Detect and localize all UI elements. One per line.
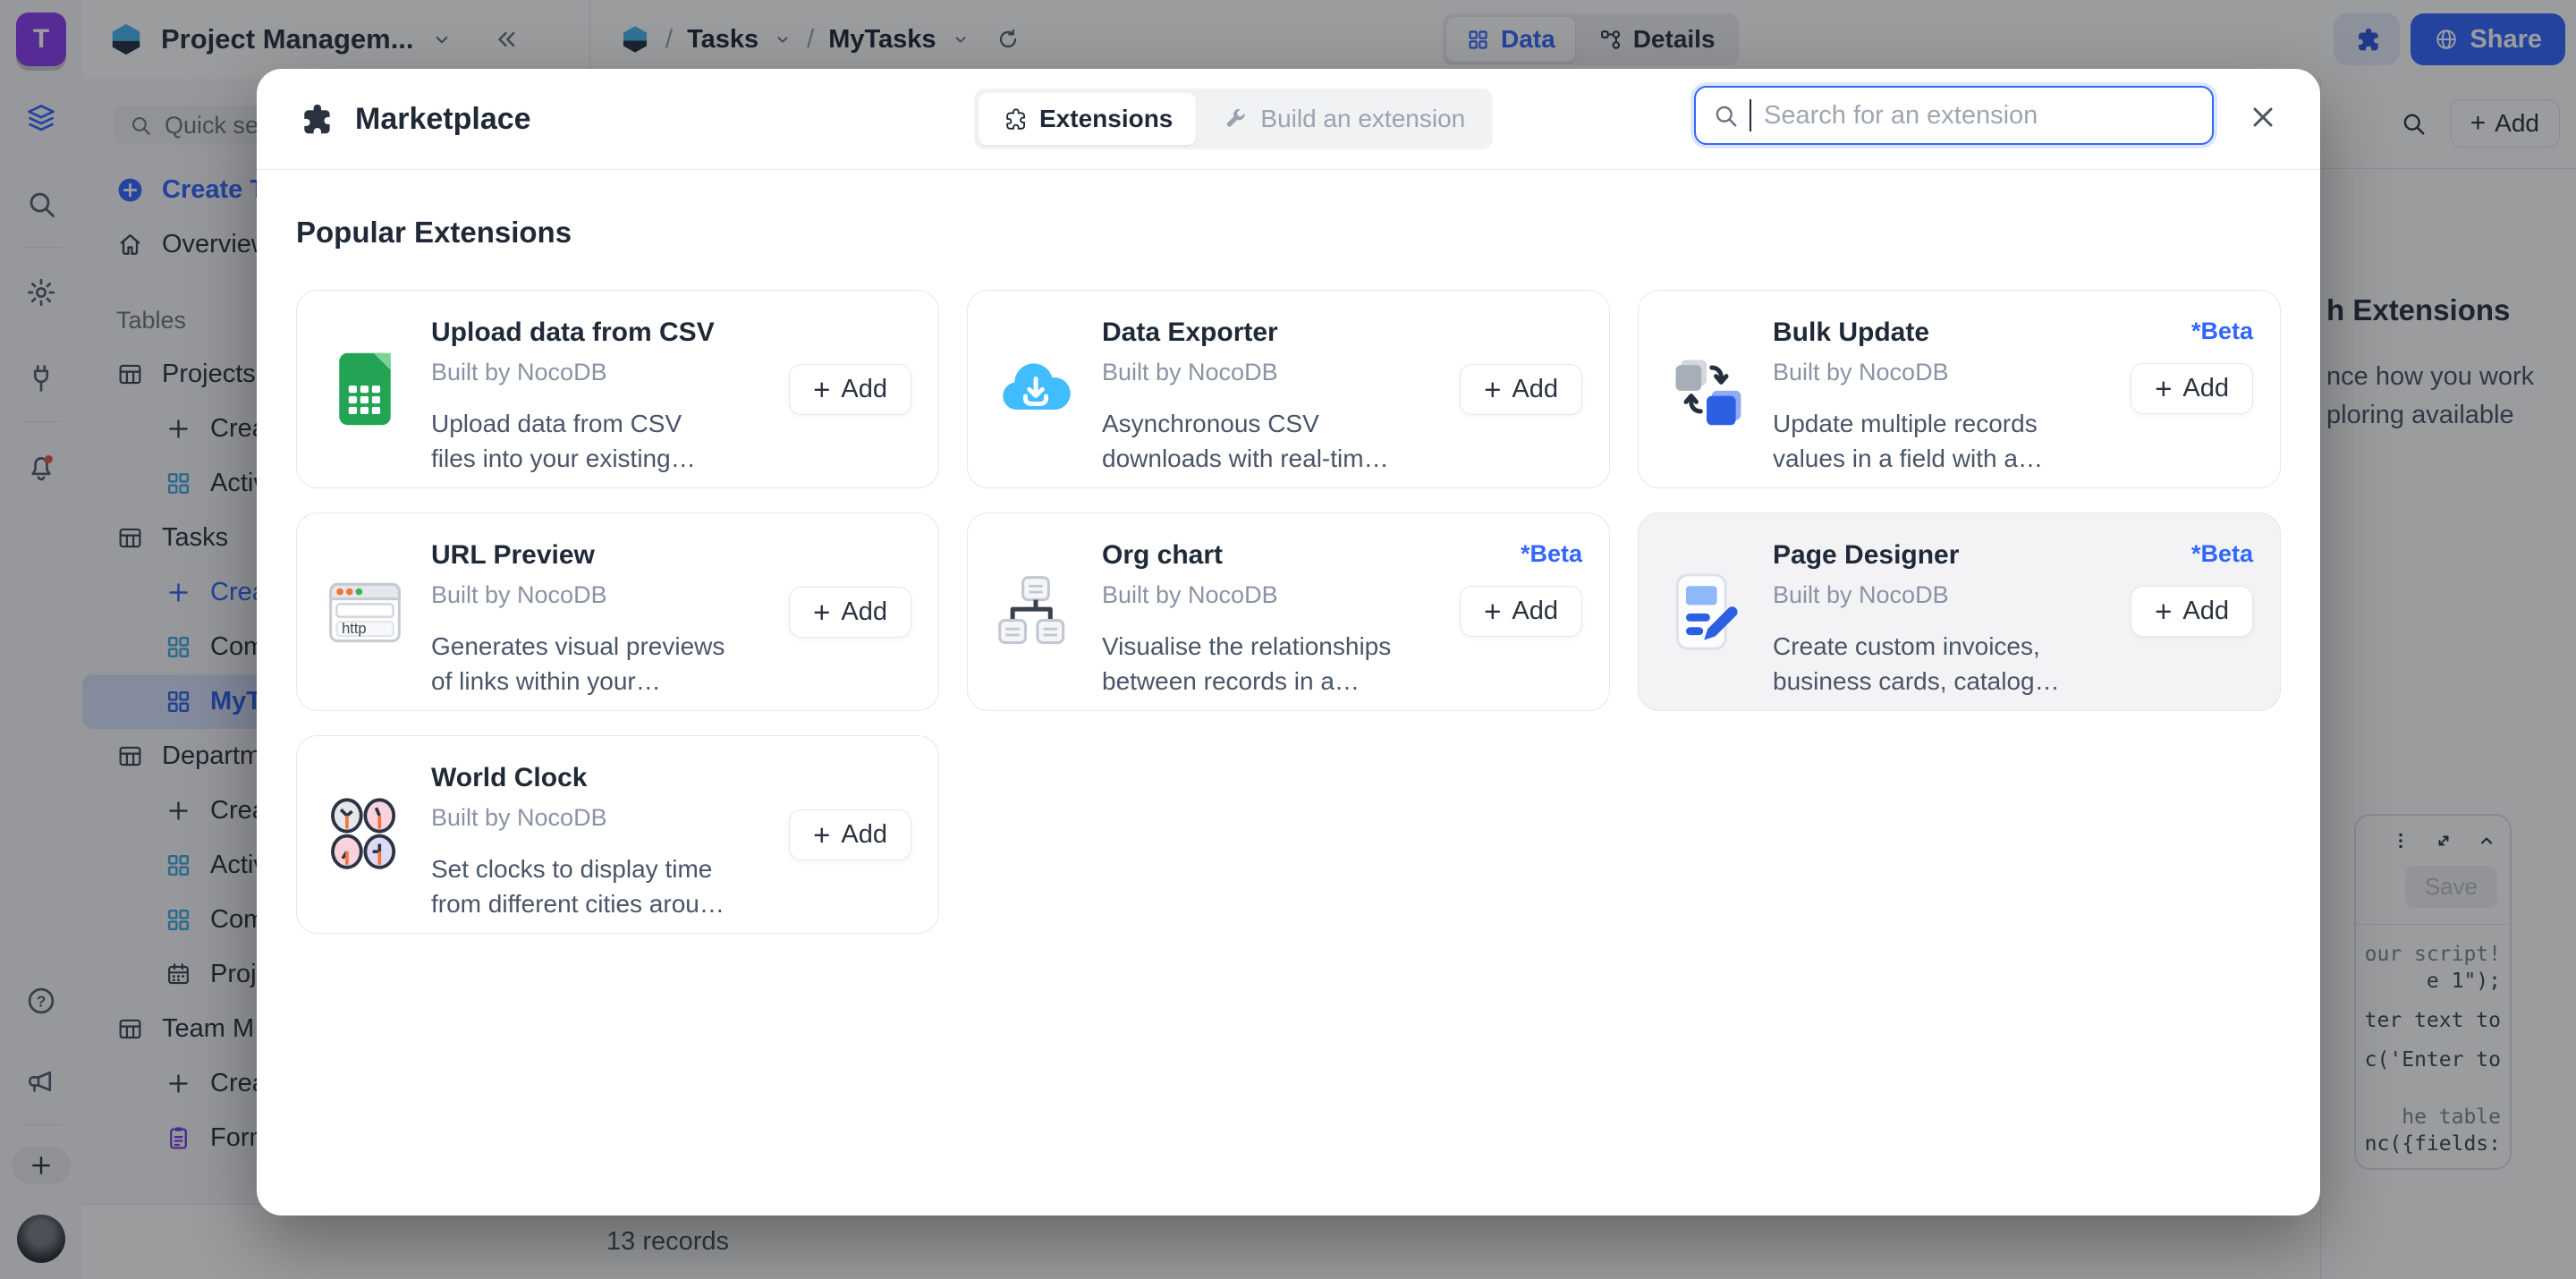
extension-author: Built by NocoDB	[1102, 581, 1401, 609]
extension-description: Asynchronous CSV downloads with real-tim…	[1102, 406, 1401, 476]
extension-name: Page Designer	[1773, 540, 2072, 571]
tab-extensions[interactable]: Extensions	[979, 93, 1196, 145]
extension-author: Built by NocoDB	[1102, 359, 1401, 386]
plus-icon: +	[1484, 375, 1501, 404]
add-extension-button[interactable]: + Add	[789, 587, 911, 638]
plus-icon: +	[813, 820, 830, 850]
marketplace-modal: Marketplace Extensions Build an extensio…	[257, 69, 2320, 1215]
puzzle-outline-icon	[1002, 106, 1027, 131]
extension-card-org-chart[interactable]: Org chart Built by NocoDB Visualise the …	[967, 512, 1610, 711]
plus-icon: +	[2155, 374, 2172, 403]
marketplace-header: Marketplace Extensions Build an extensio…	[257, 69, 2320, 170]
wrench-icon	[1223, 106, 1248, 131]
extension-author: Built by NocoDB	[431, 581, 730, 609]
add-extension-button[interactable]: + Add	[789, 809, 911, 860]
extension-name: Upload data from CSV	[431, 318, 730, 348]
add-label: Add	[2182, 374, 2229, 403]
svg-text:http: http	[342, 621, 366, 637]
add-extension-button[interactable]: + Add	[1460, 364, 1582, 415]
plus-icon: +	[2155, 597, 2172, 626]
add-extension-button[interactable]: + Add	[789, 364, 911, 415]
extension-name: World Clock	[431, 763, 730, 793]
extension-description: Set clocks to display time from differen…	[431, 851, 730, 921]
extension-name: Data Exporter	[1102, 318, 1401, 348]
plus-icon: +	[813, 597, 830, 627]
beta-badge: *Beta	[2191, 540, 2253, 568]
extension-card-bulk-update[interactable]: Bulk Update Built by NocoDB Update multi…	[1638, 290, 2281, 488]
bulk-update-icon	[1665, 348, 1748, 430]
extension-card-data-exporter[interactable]: Data Exporter Built by NocoDB Asynchrono…	[967, 290, 1610, 488]
extension-author: Built by NocoDB	[1773, 359, 2072, 386]
add-label: Add	[841, 597, 887, 627]
beta-badge: *Beta	[2191, 318, 2253, 345]
url-preview-icon: http	[324, 571, 406, 653]
add-label: Add	[841, 820, 887, 850]
marketplace-puzzle-icon	[296, 100, 334, 138]
plus-icon: +	[1484, 597, 1501, 626]
add-label: Add	[1512, 597, 1558, 626]
extension-card-url-preview[interactable]: http URL Preview Built by NocoDB Generat…	[296, 512, 939, 711]
org-chart-icon	[995, 571, 1077, 653]
close-modal-button[interactable]	[2247, 101, 2279, 133]
extension-author: Built by NocoDB	[1773, 581, 2072, 609]
add-extension-button[interactable]: + Add	[2131, 363, 2253, 414]
extension-name: Bulk Update	[1773, 318, 2072, 348]
extension-name: Org chart	[1102, 540, 1401, 571]
extension-search-input[interactable]: Search for an extension	[1694, 86, 2214, 145]
plus-icon: +	[813, 375, 830, 404]
search-placeholder: Search for an extension	[1764, 101, 2038, 131]
marketplace-title: Marketplace	[355, 102, 531, 137]
add-label: Add	[841, 375, 887, 404]
section-title: Popular Extensions	[296, 215, 2281, 250]
csv-icon	[324, 348, 406, 430]
close-icon	[2247, 101, 2279, 133]
world-clock-icon	[324, 793, 406, 876]
extension-description: Generates visual previews of links withi…	[431, 629, 730, 699]
extension-description: Visualise the relationships between reco…	[1102, 629, 1401, 699]
marketplace-tab-group: Extensions Build an extension	[974, 89, 1493, 149]
extension-description: Create custom invoices, business cards, …	[1773, 629, 2072, 699]
extension-card-world-clock[interactable]: World Clock Built by NocoDB Set clocks t…	[296, 735, 939, 934]
extension-description: Upload data from CSV files into your exi…	[431, 406, 730, 476]
extension-name: URL Preview	[431, 540, 730, 571]
text-caret	[1750, 99, 1751, 131]
add-extension-button[interactable]: + Add	[2131, 586, 2253, 637]
tab-build-extension[interactable]: Build an extension	[1199, 93, 1488, 145]
beta-badge: *Beta	[1521, 540, 1582, 568]
extension-card-upload-data-from-csv[interactable]: Upload data from CSV Built by NocoDB Upl…	[296, 290, 939, 488]
page-designer-icon	[1665, 571, 1748, 653]
add-extension-button[interactable]: + Add	[1460, 586, 1582, 637]
tab-extensions-label: Extensions	[1039, 105, 1173, 133]
extension-description: Update multiple records values in a fiel…	[1773, 406, 2072, 476]
search-icon	[1712, 102, 1739, 129]
add-label: Add	[1512, 375, 1558, 404]
cloud-download-icon	[995, 348, 1077, 430]
extension-author: Built by NocoDB	[431, 359, 730, 386]
extension-card-page-designer[interactable]: Page Designer Built by NocoDB Create cus…	[1638, 512, 2281, 711]
tab-build-extension-label: Build an extension	[1260, 105, 1465, 133]
extension-author: Built by NocoDB	[431, 804, 730, 832]
add-label: Add	[2182, 597, 2229, 626]
